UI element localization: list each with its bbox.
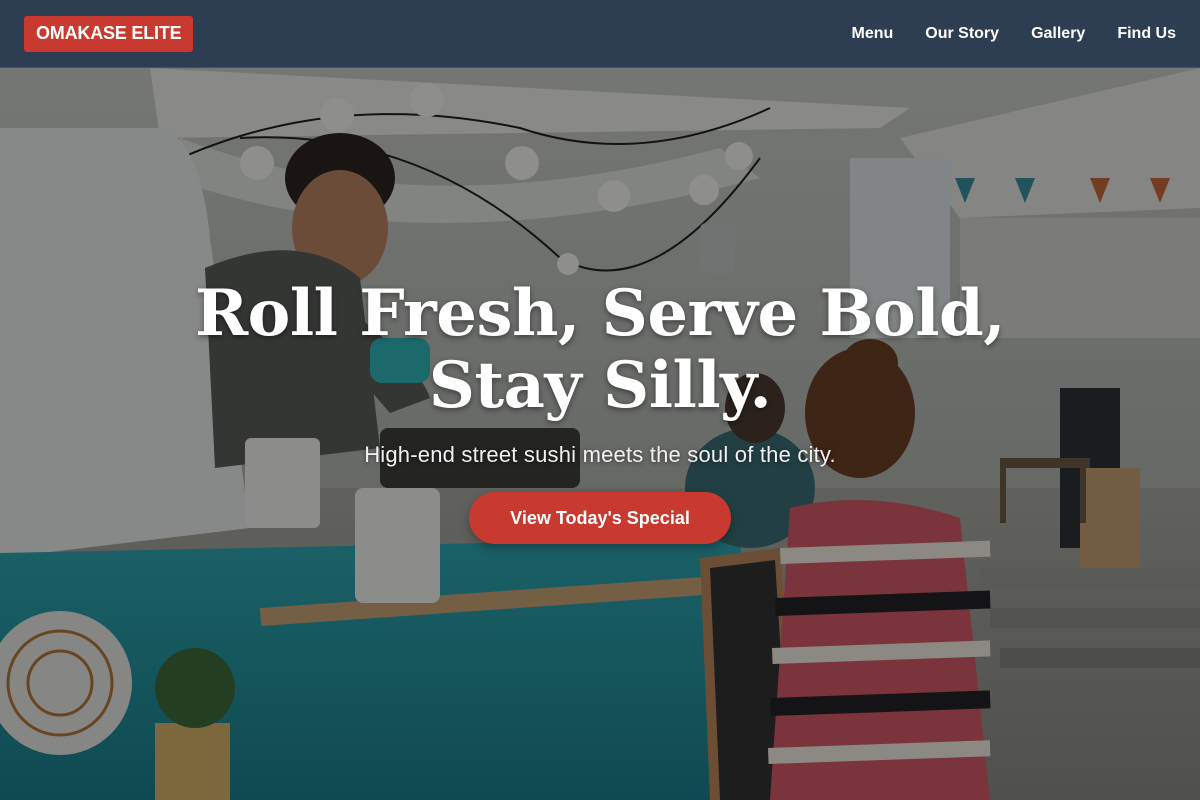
main-nav: Menu Our Story Gallery Find Us xyxy=(851,25,1176,43)
view-special-button[interactable]: View Today's Special xyxy=(469,492,731,544)
hero-content: Roll Fresh, Serve Bold, Stay Silly. High… xyxy=(0,278,1200,544)
nav-link-our-story[interactable]: Our Story xyxy=(925,25,999,43)
hero-section: Roll Fresh, Serve Bold, Stay Silly. High… xyxy=(0,68,1200,800)
hero-subtitle: High-end street sushi meets the soul of … xyxy=(364,442,836,467)
nav-link-gallery[interactable]: Gallery xyxy=(1031,25,1085,43)
nav-link-menu[interactable]: Menu xyxy=(851,25,893,43)
site-header: OMAKASE ELITE Menu Our Story Gallery Fin… xyxy=(0,0,1200,68)
brand-logo[interactable]: OMAKASE ELITE xyxy=(24,15,194,52)
hero-title: Roll Fresh, Serve Bold, Stay Silly. xyxy=(194,276,1006,423)
nav-link-find-us[interactable]: Find Us xyxy=(1117,25,1176,43)
